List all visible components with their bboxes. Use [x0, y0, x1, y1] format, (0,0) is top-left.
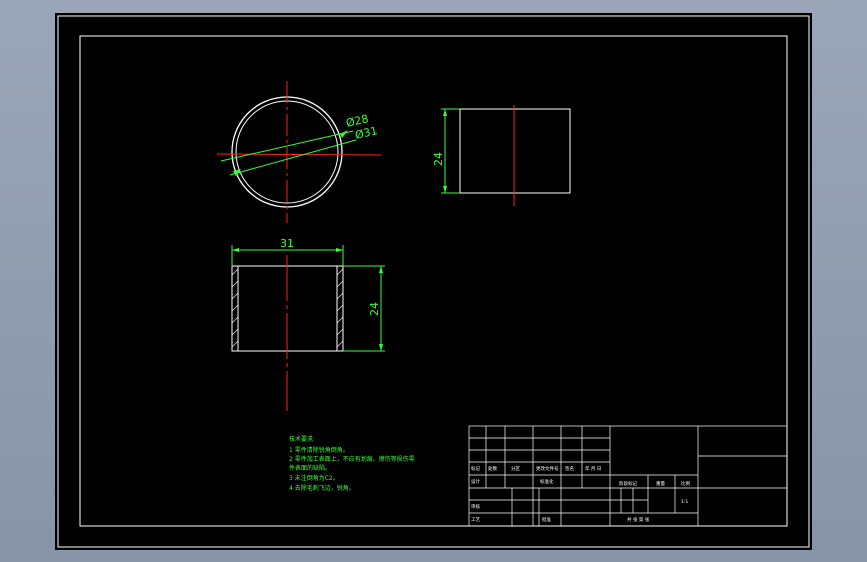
arrow-28 — [340, 130, 348, 138]
inner-frame — [79, 35, 788, 527]
horizontal-center-line — [216, 153, 382, 156]
side-rect — [459, 108, 571, 194]
dim-side-height: 24 — [432, 152, 445, 166]
title-block-labels: 标记 处数 分区 更改文件号 签名 年 月 日 设计 标准化 审核 工艺 批准 … — [471, 465, 690, 523]
tech-notes: 技术要求 1 零件清除锐角倒角。 2 零件加工表面上，不应有划痕、擦伤等损伤零 … — [289, 435, 415, 492]
outer-frame — [57, 15, 810, 548]
tb-label: 分区 — [511, 465, 520, 472]
tech-note-line: 4 去除毛刺飞边，锐角。 — [289, 484, 355, 492]
side-view: 24 — [432, 105, 571, 206]
tech-note-line: 3 未注倒角为C2。 — [289, 474, 339, 482]
tech-note-line: 1 零件清除锐角倒角。 — [289, 446, 349, 454]
tb-designer: 设计 — [471, 478, 480, 485]
tb-standardization: 标准化 — [540, 478, 554, 485]
tb-label: 年 月 日 — [585, 465, 601, 472]
tb-approve: 批准 — [542, 516, 551, 523]
tb-scale-value: 1:1 — [681, 499, 688, 505]
leader-line-31 — [229, 139, 357, 176]
tb-label: 签名 — [565, 465, 574, 472]
tech-note-line: 件表面的缺陷。 — [289, 464, 331, 472]
tb-label: 处数 — [488, 465, 497, 472]
tb-label: 更改文件号 — [536, 465, 559, 472]
tb-process: 工艺 — [471, 517, 480, 523]
tb-checker: 审核 — [471, 503, 480, 510]
tech-notes-title: 技术要求 — [289, 435, 313, 443]
tb-sheets: 共 张 第 张 — [627, 516, 650, 523]
tech-note-line: 2 零件加工表面上，不应有划痕、擦伤等损伤零 — [289, 455, 415, 463]
dim-front-width: 31 — [280, 237, 294, 250]
top-view: Ø28 Ø31 — [216, 81, 382, 223]
cad-canvas: Ø28 Ø31 24 31 24 技术要求 1 零件清除锐角倒角。 2 零件加工… — [57, 15, 810, 548]
front-view: 31 24 — [231, 237, 385, 411]
tb-label: 标记 — [471, 465, 480, 472]
tb-stage-labels: 阶段标记 — [619, 480, 637, 487]
tb-weight: 重量 — [656, 480, 665, 487]
dim-front-height: 24 — [368, 302, 381, 316]
drawing-sheet: Ø28 Ø31 24 31 24 技术要求 1 零件清除锐角倒角。 2 零件加工… — [55, 13, 812, 550]
title-block — [468, 425, 788, 527]
tb-scale: 比例 — [681, 480, 690, 487]
